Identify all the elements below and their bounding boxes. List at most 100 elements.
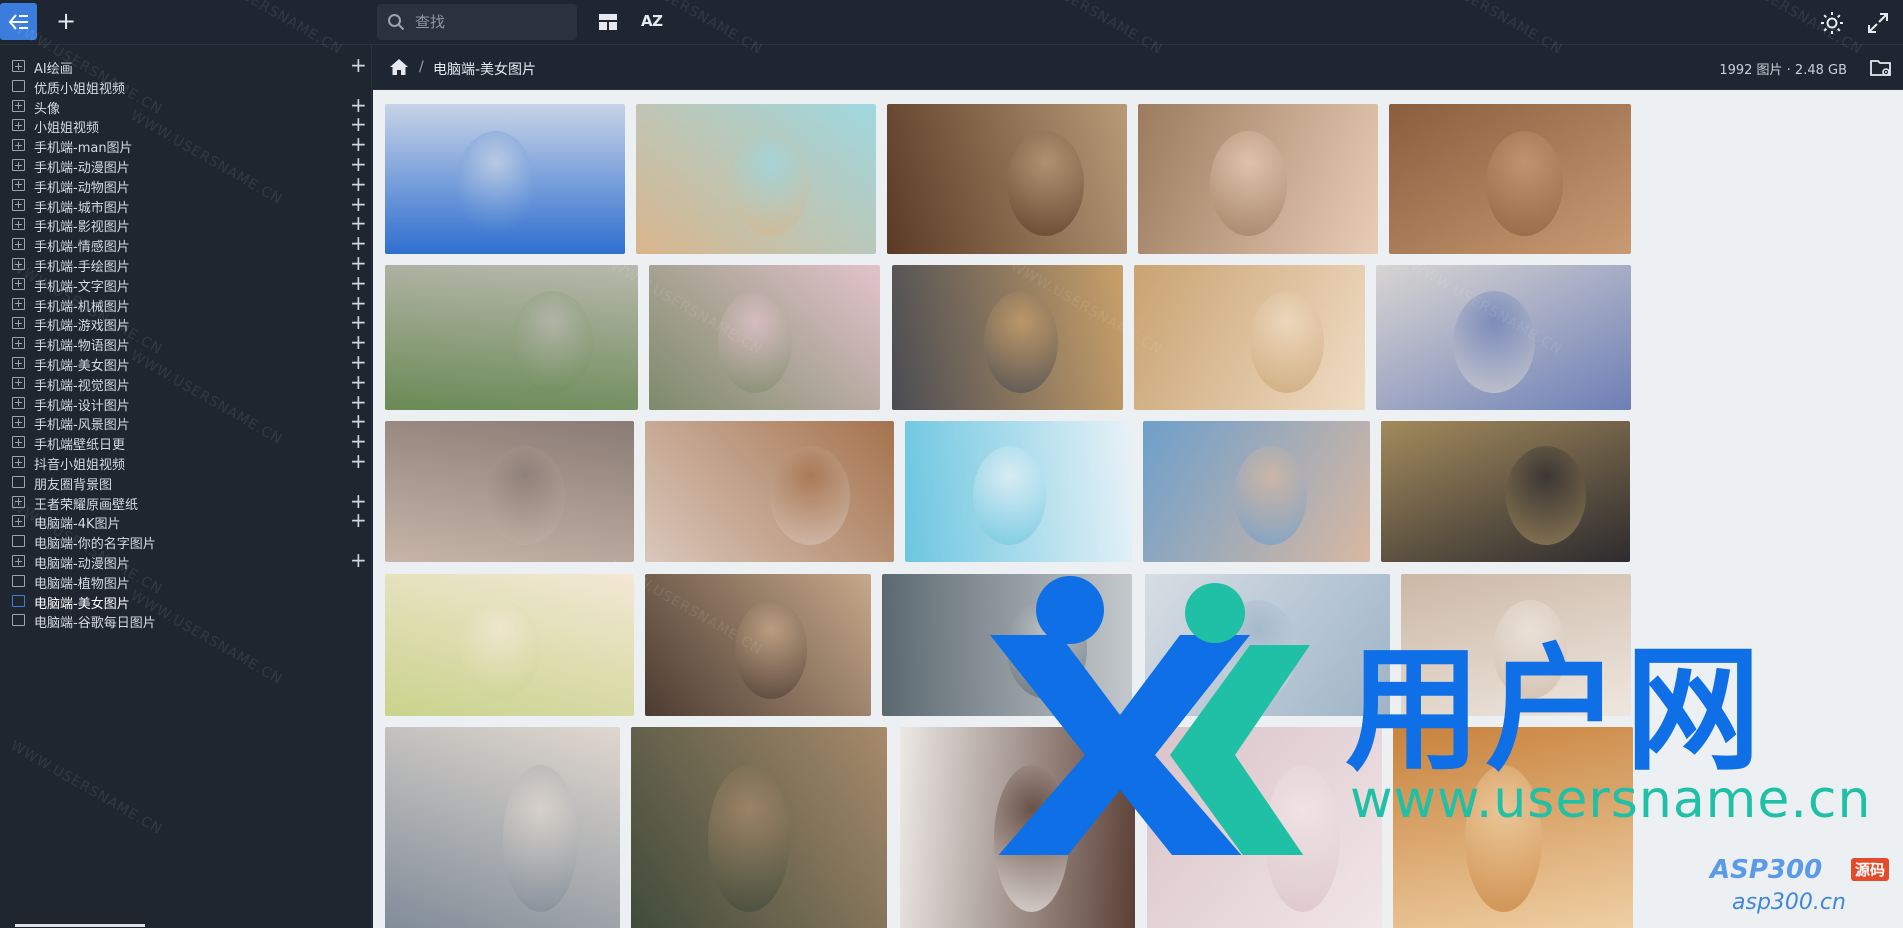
expand-toggle-icon[interactable] xyxy=(12,357,25,369)
expand-toggle-icon[interactable] xyxy=(12,337,25,350)
photo-subject xyxy=(770,446,850,545)
expand-toggle-icon[interactable] xyxy=(12,159,25,171)
photo-subject xyxy=(718,291,792,393)
expand-toggle-icon[interactable] xyxy=(12,555,25,567)
photo-3[interactable] xyxy=(887,104,1127,254)
expand-toggle-icon[interactable] xyxy=(12,515,25,528)
folder-settings-icon[interactable] xyxy=(1869,57,1893,79)
photo-subject xyxy=(708,765,790,912)
sidebar-folder-label: 电脑端-谷歌每日图片 xyxy=(34,616,156,632)
expand-toggle-icon[interactable] xyxy=(12,436,25,449)
photo-subject xyxy=(1453,291,1535,393)
expand-toggle-icon[interactable] xyxy=(12,277,25,290)
add-subfolder-icon[interactable]: + xyxy=(350,509,367,531)
search-box[interactable] xyxy=(377,4,577,40)
photo-subject xyxy=(732,131,809,236)
folder-checkbox-icon[interactable] xyxy=(12,535,25,548)
photo-8[interactable] xyxy=(892,265,1123,410)
expand-toggle-icon[interactable] xyxy=(12,456,25,468)
expand-toggle-icon[interactable] xyxy=(12,297,25,310)
sidebar-folder-item[interactable]: 电脑端-谷歌每日图片 xyxy=(0,608,372,632)
expand-toggle-icon[interactable] xyxy=(12,119,25,132)
expand-toggle-icon[interactable] xyxy=(12,495,25,508)
expand-toggle-icon[interactable] xyxy=(12,258,25,270)
photo-subject xyxy=(485,446,565,545)
asp-badge: 源码 xyxy=(1851,858,1890,881)
expand-toggle-icon[interactable] xyxy=(12,416,25,429)
photo-subject xyxy=(984,291,1058,393)
photo-subject xyxy=(512,291,593,393)
folder-checkbox-icon[interactable] xyxy=(12,594,25,607)
photo-subject xyxy=(1234,446,1307,545)
photo-subject xyxy=(994,765,1069,912)
photo-6[interactable] xyxy=(385,265,638,410)
expand-toggle-icon[interactable] xyxy=(12,396,25,409)
photo-10[interactable] xyxy=(1376,265,1631,410)
expand-toggle-icon[interactable] xyxy=(12,99,25,112)
photo-subject xyxy=(1219,600,1297,699)
expand-icon[interactable] xyxy=(1866,11,1890,35)
folder-sidebar: AI绘画 + 优质小姐姐视频 头像 + 小姐姐视频 + 手机端-man图片 + 手机端-动漫图片 +… xyxy=(0,45,372,928)
expand-toggle-icon[interactable] xyxy=(12,218,25,231)
photo-1[interactable] xyxy=(385,104,625,254)
photo-4[interactable] xyxy=(1138,104,1378,254)
photo-subject xyxy=(503,765,578,912)
expand-toggle-icon[interactable] xyxy=(12,238,25,251)
search-input[interactable] xyxy=(415,10,565,34)
brand-url-text: www.usersname.cn xyxy=(1350,770,1872,830)
plus-icon[interactable]: + xyxy=(55,9,77,35)
photo-17[interactable] xyxy=(645,574,871,716)
asp-logo-text: ASP300 xyxy=(1710,855,1823,885)
photo-13[interactable] xyxy=(905,421,1132,562)
add-subfolder-icon[interactable]: + xyxy=(350,549,367,571)
folder-checkbox-icon[interactable] xyxy=(12,475,25,488)
search-icon xyxy=(388,14,405,31)
photo-subject xyxy=(735,600,807,699)
breadcrumb-separator: / xyxy=(419,59,424,75)
photo-subject xyxy=(973,446,1046,545)
breadcrumb: / 电脑端-美女图片 1992 图片 · 2.48 GB xyxy=(373,45,1903,90)
expand-toggle-icon[interactable] xyxy=(12,139,25,152)
sidebar-scrollbar[interactable] xyxy=(15,924,145,927)
photo-11[interactable] xyxy=(385,421,634,562)
grid-layout-icon[interactable] xyxy=(598,12,618,32)
photo-subject xyxy=(1007,131,1084,236)
photo-9[interactable] xyxy=(1134,265,1365,410)
folder-checkbox-icon[interactable] xyxy=(12,614,25,627)
folder-checkbox-icon[interactable] xyxy=(12,574,25,587)
photo-18[interactable] xyxy=(882,574,1132,716)
photo-23[interactable] xyxy=(900,727,1135,928)
photo-subject xyxy=(1007,600,1087,699)
photo-subject xyxy=(1506,446,1586,545)
photo-subject xyxy=(1265,765,1340,912)
breadcrumb-current[interactable]: 电脑端-美女图片 xyxy=(433,59,536,79)
photo-22[interactable] xyxy=(631,727,887,928)
home-icon[interactable] xyxy=(389,58,409,76)
photo-7[interactable] xyxy=(649,265,880,410)
expand-toggle-icon[interactable] xyxy=(12,60,25,72)
photo-12[interactable] xyxy=(645,421,894,562)
photo-subject xyxy=(457,131,534,236)
photo-2[interactable] xyxy=(636,104,876,254)
top-toolbar: + AZ xyxy=(0,0,1903,45)
expand-toggle-icon[interactable] xyxy=(12,198,25,211)
back-arrow-icon[interactable] xyxy=(0,3,37,40)
photo-16[interactable] xyxy=(385,574,634,716)
library-stats: 1992 图片 · 2.48 GB xyxy=(1719,63,1847,78)
photo-subject xyxy=(1250,291,1324,393)
photo-14[interactable] xyxy=(1143,421,1370,562)
photo-15[interactable] xyxy=(1381,421,1630,562)
sun-icon[interactable] xyxy=(1820,11,1844,35)
add-subfolder-icon[interactable]: + xyxy=(350,54,367,76)
photo-subject xyxy=(1210,131,1287,236)
asp-url-text: asp300.cn xyxy=(1732,890,1846,915)
photo-5[interactable] xyxy=(1389,104,1631,254)
sort-button[interactable]: AZ xyxy=(641,12,663,30)
expand-toggle-icon[interactable] xyxy=(12,317,25,330)
add-subfolder-icon[interactable]: + xyxy=(350,450,367,472)
expand-toggle-icon[interactable] xyxy=(12,376,25,389)
photo-subject xyxy=(1486,131,1563,236)
photo-21[interactable] xyxy=(385,727,620,928)
folder-checkbox-icon[interactable] xyxy=(12,79,25,92)
expand-toggle-icon[interactable] xyxy=(12,178,25,191)
